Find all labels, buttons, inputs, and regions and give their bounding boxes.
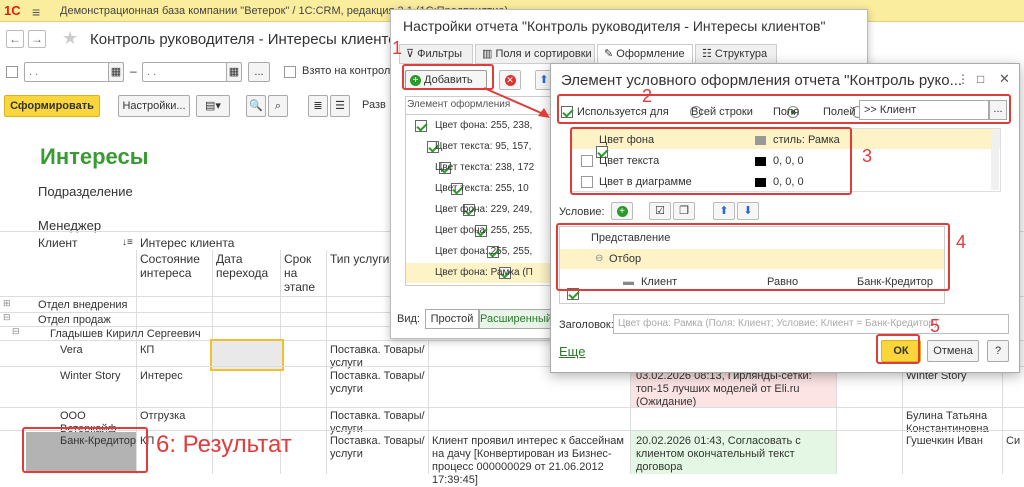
item-label: Цвет фона: 229, 249, <box>435 204 533 215</box>
item-label: Цвет фона: 255, 255, <box>435 246 533 257</box>
item-label: Цвет фона: 255, 255, <box>435 225 533 236</box>
client-col-header[interactable]: Клиент <box>38 236 78 250</box>
table-cell-state: КП <box>140 344 155 356</box>
table-cell-state: Отгрузка <box>140 410 186 422</box>
table-cell-client: Winter Story <box>60 370 121 382</box>
search-next-icon[interactable]: ⌕ <box>268 95 288 117</box>
cancel-button[interactable]: Отмена <box>927 340 979 362</box>
condition-label: Условие: <box>559 206 605 218</box>
dialog-title: Настройки отчета "Контроль руководителя … <box>403 18 826 34</box>
collapse-icon-2[interactable]: ⊟ <box>12 326 20 337</box>
annotation-label-3: 3 <box>862 146 873 166</box>
variant-icon[interactable]: ▤▾ <box>196 95 230 117</box>
forward-button[interactable]: → <box>28 30 46 48</box>
dept-label: Подразделение <box>38 184 133 199</box>
move-down-icon[interactable]: ⬇ <box>737 202 759 220</box>
dialog-title: Элемент условного оформления отчета "Кон… <box>561 72 963 89</box>
expand-label[interactable]: Разв <box>362 99 386 111</box>
favorite-star-icon[interactable]: ★ <box>62 28 78 49</box>
table-cell-responsible: Булина Татьяна Константиновна <box>906 410 989 435</box>
tab-structure[interactable]: ☷ Структура <box>695 44 777 64</box>
annotation-box-3 <box>570 127 852 195</box>
search-icon[interactable]: 🔍 <box>246 95 266 117</box>
table-cell-state: Интерес <box>140 370 183 382</box>
table-cell-note: Клиент проявил интерес к бассейнам на да… <box>432 435 624 486</box>
table-cell-client: Vera <box>60 344 83 356</box>
annotation-arrow <box>483 87 550 118</box>
group-row: Отдел внедрения <box>38 299 128 311</box>
more-link[interactable]: Еще <box>559 344 585 359</box>
header-label: Заголовок: <box>559 319 614 331</box>
term-col-header[interactable]: Срок на этапе <box>284 252 324 294</box>
annotation-label-6: 6: Результат <box>156 431 292 458</box>
service-col-header[interactable]: Тип услуги <box>330 252 389 266</box>
state-col-header[interactable]: Состояние интереса <box>140 252 210 280</box>
date-col-header[interactable]: Дата перехода <box>216 252 276 280</box>
list2-icon[interactable]: ☰ <box>330 95 350 117</box>
sort-icon[interactable]: ↓≡ <box>122 236 133 250</box>
period-checkbox[interactable] <box>6 66 18 78</box>
copy-icon[interactable]: ❐ <box>673 202 695 220</box>
settings-button[interactable]: Настройки... <box>118 95 190 117</box>
item-label: Цвет текста: 238, 172 <box>435 162 535 173</box>
back-button[interactable]: ← <box>6 30 24 48</box>
header-input[interactable]: Цвет фона: Рамка (Поля: Клиент; Условие:… <box>613 314 1009 334</box>
scrollbar[interactable] <box>991 130 999 190</box>
taken-label: Взято на контроль <box>302 65 396 77</box>
item-checkbox[interactable] <box>415 120 427 133</box>
annotation-label-2: 2 <box>642 86 653 106</box>
report-title: Интересы <box>40 144 149 169</box>
tab-appearance[interactable]: ✎ Оформление <box>597 44 693 64</box>
tab-filters[interactable]: ⊽ Фильтры <box>399 44 473 64</box>
date-from-field[interactable]: . . <box>24 62 110 82</box>
move-up-icon[interactable]: ⬆ <box>713 202 735 220</box>
table-cell-event: 03.02.2026 08:13, Гирлянды-сетки: топ-15… <box>636 370 812 408</box>
item-label: Цвет текста: 95, 157, <box>435 141 532 152</box>
date-to-field[interactable]: . . <box>142 62 228 82</box>
interest-col-header[interactable]: Интерес клиента <box>140 236 234 250</box>
table-cell-extra: Си <box>1006 435 1021 447</box>
add-condition-button[interactable]: + <box>611 202 633 220</box>
help-button[interactable]: ? <box>987 340 1009 362</box>
more-icon[interactable]: ⋮ <box>957 72 969 86</box>
menu-icon[interactable]: ≡ <box>32 4 40 20</box>
app-logo: 1С <box>4 3 21 18</box>
page-title: Контроль руководителя - Интересы клиенто… <box>90 31 405 48</box>
item-label: Цвет текста: 255, 10 <box>435 183 529 194</box>
advanced-view-button[interactable]: Расширенный <box>479 309 553 329</box>
collapse-icon[interactable]: ⊟ <box>3 312 11 323</box>
simple-view-button[interactable]: Простой <box>425 309 479 329</box>
calendar-icon-2[interactable]: ▦ <box>226 62 242 82</box>
range-dash: – <box>130 64 137 78</box>
check-icon[interactable]: ☑ <box>649 202 671 220</box>
table-cell-service: Поставка. Товары/услуги <box>330 435 425 460</box>
table-cell-event: 20.02.2026 01:43, Согласовать с клиентом… <box>636 435 801 473</box>
period-select-button[interactable]: ... <box>248 62 270 82</box>
view-label: Вид: <box>397 313 420 325</box>
annotation-box-6 <box>22 427 148 473</box>
table-cell-responsible: Гушечкин Иван <box>906 435 983 447</box>
annotation-box-4 <box>556 223 950 291</box>
table-cell-service: Поставка. Товары/услуги <box>330 410 425 435</box>
generate-button[interactable]: Сформировать <box>4 95 100 117</box>
list-icon[interactable]: ≣ <box>308 95 328 117</box>
item-label: Цвет фона: Рамка (П <box>435 267 533 278</box>
taken-checkbox[interactable] <box>284 66 296 78</box>
calendar-icon[interactable]: ▦ <box>108 62 124 82</box>
expand-icon[interactable]: ⊞ <box>3 298 11 309</box>
add-icon: + <box>616 206 628 217</box>
annotation-box-2 <box>557 94 1011 124</box>
close-icon[interactable]: ✕ <box>999 71 1010 87</box>
tab-fields[interactable]: ▥ Поля и сортировки <box>475 44 595 64</box>
table-cell-service: Поставка. Товары/услуги <box>330 370 425 395</box>
annotation-label-4: 4 <box>956 232 967 252</box>
annotation-label-1: 1 <box>392 38 403 58</box>
annotation-box-5 <box>876 334 920 364</box>
maximize-icon[interactable]: □ <box>977 72 984 86</box>
annotation-label-5: 5 <box>930 316 941 336</box>
